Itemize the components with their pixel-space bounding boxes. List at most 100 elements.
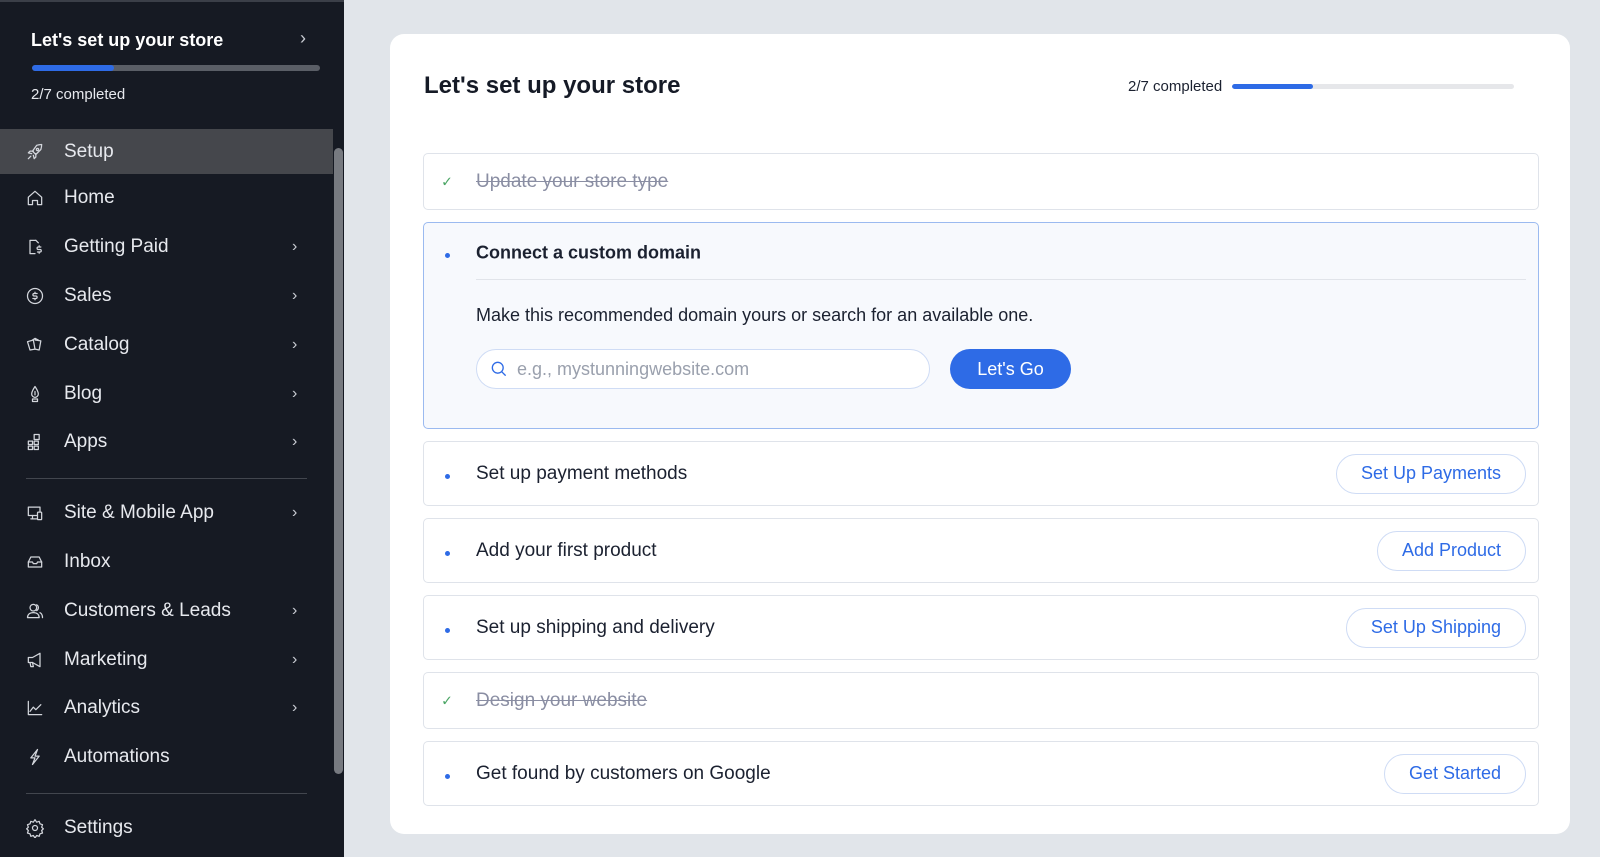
setup-progress-bar: [32, 65, 320, 71]
inbox-icon: [24, 551, 46, 573]
task-connect-domain: Connect a custom domain Make this recomm…: [423, 222, 1539, 429]
sidebar-item-sales[interactable]: Sales ›: [0, 272, 333, 321]
sidebar-item-home[interactable]: Home: [0, 174, 333, 223]
sidebar-item-label: Marketing: [64, 648, 148, 670]
sidebar-item-label: Setup: [64, 140, 114, 162]
rocket-icon: [24, 141, 46, 163]
sidebar-item-site-mobile-app[interactable]: Site & Mobile App ›: [0, 489, 333, 538]
sidebar-item-label: Analytics: [64, 697, 141, 719]
chart-line-icon: [24, 697, 46, 719]
sidebar-item-label: Catalog: [64, 333, 130, 355]
setup-card-title: Let's set up your store: [31, 30, 224, 50]
bullet-icon: [440, 620, 454, 636]
lets-go-button[interactable]: Let's Go: [950, 349, 1071, 389]
sidebar-item-automations[interactable]: Automations: [0, 733, 333, 782]
task-label[interactable]: Connect a custom domain: [476, 243, 701, 264]
sidebar-item-setup[interactable]: Setup: [0, 129, 333, 174]
sidebar-item-label: Inbox: [64, 550, 111, 572]
task-label: Update your store type: [476, 170, 669, 192]
sidebar-item-analytics[interactable]: Analytics ›: [0, 684, 333, 733]
chevron-right-icon: ›: [292, 286, 298, 304]
checkmark-icon: ✓: [441, 692, 453, 708]
sidebar-item-blog[interactable]: Blog ›: [0, 369, 333, 418]
chevron-right-icon: ›: [292, 433, 298, 451]
task-list: ✓ Update your store type Connect a custo…: [423, 153, 1539, 818]
checkmark-icon: ✓: [441, 173, 453, 189]
sidebar-item-label: Blog: [64, 382, 103, 404]
task-divider: [476, 279, 1526, 280]
invoice-dollar-icon: [24, 236, 46, 258]
bullet-icon: [440, 543, 454, 559]
checklist-progress: 2/7 completed: [1128, 78, 1515, 95]
setup-progress-fill: [32, 65, 115, 71]
sidebar-divider: [26, 477, 307, 479]
set-up-payments-button[interactable]: Set Up Payments: [1335, 453, 1526, 494]
sidebar-item-label: Sales: [64, 284, 112, 306]
sidebar-item-marketing[interactable]: Marketing ›: [0, 635, 333, 684]
sidebar-scrollbar[interactable]: [334, 148, 343, 774]
sidebar: Let's set up your store › 2/7 completed …: [0, 0, 344, 857]
home-icon: [24, 187, 46, 209]
megaphone-icon: [24, 649, 46, 671]
chevron-right-icon: ›: [292, 335, 298, 353]
sidebar-item-label: Apps: [64, 431, 108, 453]
task-label: Add your first product: [476, 539, 657, 561]
bullet-icon: [440, 466, 454, 482]
devices-icon: [24, 502, 46, 524]
users-icon: [24, 600, 46, 622]
task-label: Set up shipping and delivery: [476, 616, 715, 638]
set-up-shipping-button[interactable]: Set Up Shipping: [1345, 607, 1526, 648]
sidebar-item-label: Automations: [64, 746, 170, 768]
bullet-icon: [440, 766, 454, 782]
domain-search-field[interactable]: [476, 349, 930, 389]
sidebar-item-apps[interactable]: Apps ›: [0, 418, 333, 467]
chevron-right-icon: ›: [292, 504, 298, 522]
setup-progress-card[interactable]: Let's set up your store › 2/7 completed: [0, 2, 344, 129]
gear-icon: [24, 817, 46, 839]
search-icon: [491, 361, 506, 376]
sidebar-nav: Setup Home Getting Paid › Sales › Catalo…: [0, 129, 333, 852]
sidebar-item-label: Home: [64, 187, 115, 209]
add-product-button[interactable]: Add Product: [1376, 530, 1526, 571]
progress-bar: [1232, 84, 1515, 89]
task-description: Make this recommended domain yours or se…: [476, 305, 1034, 325]
progress-fill: [1232, 84, 1313, 89]
sidebar-item-catalog[interactable]: Catalog ›: [0, 320, 333, 369]
sidebar-item-label: Site & Mobile App: [64, 502, 214, 524]
chevron-right-icon: ›: [292, 650, 298, 668]
task-label: Set up payment methods: [476, 462, 688, 484]
task-add-product[interactable]: Add your first product Add Product: [423, 518, 1539, 583]
catalog-icon: [24, 334, 46, 356]
page-title: Let's set up your store: [424, 72, 681, 99]
sidebar-item-inbox[interactable]: Inbox: [0, 538, 333, 587]
task-design-website[interactable]: ✓ Design your website: [423, 672, 1539, 729]
task-shipping[interactable]: Set up shipping and delivery Set Up Ship…: [423, 595, 1539, 660]
task-payment-methods[interactable]: Set up payment methods Set Up Payments: [423, 441, 1539, 506]
apps-grid-icon: [24, 431, 46, 453]
sidebar-divider: [26, 792, 307, 794]
pen-nib-icon: [24, 383, 46, 405]
completed-count: 2/7 completed: [1128, 78, 1223, 95]
sidebar-item-label: Customers & Leads: [64, 599, 231, 621]
chevron-right-icon: ›: [292, 601, 298, 619]
sidebar-item-settings[interactable]: Settings: [0, 804, 333, 853]
dollar-circle-icon: [24, 285, 46, 307]
task-google-seo[interactable]: Get found by customers on Google Get Sta…: [423, 741, 1539, 806]
task-label: Design your website: [476, 689, 648, 711]
chevron-right-icon[interactable]: ›: [300, 28, 306, 49]
lightning-icon: [24, 746, 46, 768]
sidebar-item-getting-paid[interactable]: Getting Paid ›: [0, 223, 333, 272]
domain-search-input[interactable]: [517, 358, 917, 380]
chevron-right-icon: ›: [292, 699, 298, 717]
setup-completed-count: 2/7 completed: [31, 86, 126, 103]
chevron-right-icon: ›: [292, 384, 298, 402]
chevron-right-icon: ›: [292, 238, 298, 256]
get-started-button[interactable]: Get Started: [1383, 753, 1526, 794]
setup-checklist-card: Let's set up your store 2/7 completed ✓ …: [390, 34, 1570, 834]
task-label: Get found by customers on Google: [476, 762, 771, 784]
sidebar-item-label: Settings: [64, 816, 133, 838]
bullet-icon: [440, 245, 454, 261]
task-update-store-type[interactable]: ✓ Update your store type: [423, 153, 1539, 210]
sidebar-item-label: Getting Paid: [64, 236, 169, 258]
sidebar-item-customers-leads[interactable]: Customers & Leads ›: [0, 586, 333, 635]
